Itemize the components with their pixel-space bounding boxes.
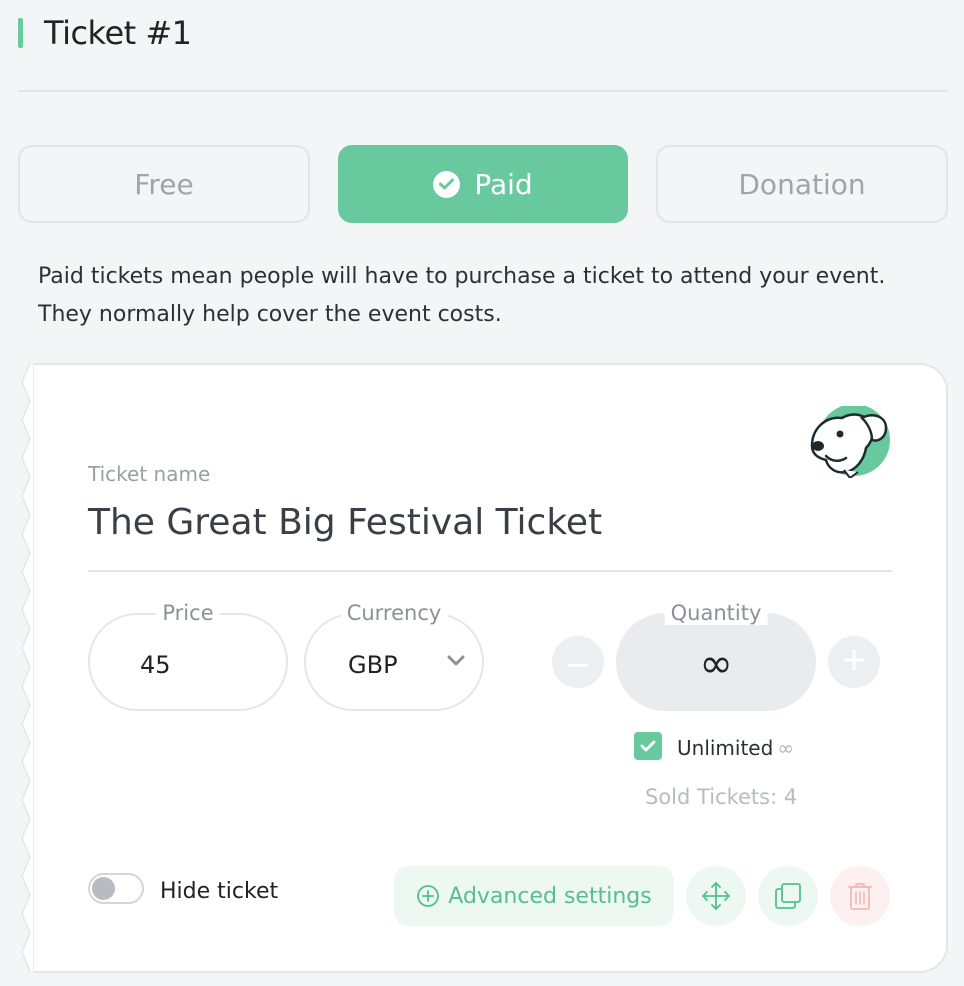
plus-circle-icon: [417, 885, 440, 907]
plus-icon: [844, 650, 864, 674]
duplicate-ticket-button[interactable]: [758, 866, 818, 926]
paid-ticket-label: Paid: [474, 167, 533, 201]
ticket-name-label: Ticket name: [88, 462, 211, 486]
check-circle-icon: [433, 170, 461, 198]
toggle-knob: [92, 877, 115, 900]
chevron-down-icon: [446, 653, 466, 672]
description-line-2: They normally help cover the event costs…: [38, 302, 502, 327]
checkmark-icon: [640, 740, 656, 752]
ticket-type-description: Paid tickets mean people will have to pu…: [38, 258, 938, 334]
dog-mascot-icon: [810, 406, 890, 478]
free-ticket-button[interactable]: Free: [18, 145, 310, 223]
header-divider: [18, 90, 948, 92]
title-accent-bar: [18, 18, 23, 48]
unlimited-label: Unlimited ∞: [677, 736, 794, 760]
sold-tickets-count: Sold Tickets: 4: [645, 785, 798, 809]
donation-ticket-label: Donation: [738, 167, 866, 201]
price-value[interactable]: 45: [140, 651, 171, 679]
page-title: Ticket #1: [44, 14, 192, 52]
currency-value: GBP: [348, 651, 398, 679]
price-field[interactable]: Price 45: [88, 601, 288, 711]
hide-ticket-toggle[interactable]: [88, 873, 144, 904]
quantity-label: Quantity: [664, 601, 768, 625]
minus-icon: [568, 653, 588, 672]
move-icon: [702, 882, 730, 910]
free-ticket-label: Free: [134, 167, 194, 201]
ticket-name-input[interactable]: The Great Big Festival Ticket: [88, 502, 602, 543]
trash-icon: [848, 883, 872, 910]
delete-ticket-button[interactable]: [830, 866, 890, 926]
price-label: Price: [156, 601, 220, 625]
advanced-settings-label: Advanced settings: [448, 883, 652, 909]
paid-ticket-button[interactable]: Paid: [338, 145, 628, 223]
advanced-settings-button[interactable]: Advanced settings: [394, 866, 674, 926]
decrease-quantity-button[interactable]: [552, 636, 604, 688]
ticket-name-underline: [88, 570, 892, 572]
infinity-icon: ∞: [777, 736, 794, 760]
ticket-perforated-edge: [21, 363, 34, 973]
move-ticket-button[interactable]: [686, 866, 746, 926]
currency-label: Currency: [340, 601, 448, 625]
unlimited-text: Unlimited: [677, 736, 774, 760]
hide-ticket-label: Hide ticket: [160, 879, 279, 904]
description-line-1: Paid tickets mean people will have to pu…: [38, 264, 886, 289]
increase-quantity-button[interactable]: [828, 636, 880, 688]
unlimited-checkbox[interactable]: [634, 732, 662, 760]
currency-select[interactable]: Currency GBP: [304, 601, 484, 711]
quantity-field[interactable]: Quantity ∞: [616, 601, 816, 711]
donation-ticket-button[interactable]: Donation: [656, 145, 948, 223]
quantity-value: ∞: [699, 641, 733, 687]
copy-icon: [775, 883, 801, 909]
